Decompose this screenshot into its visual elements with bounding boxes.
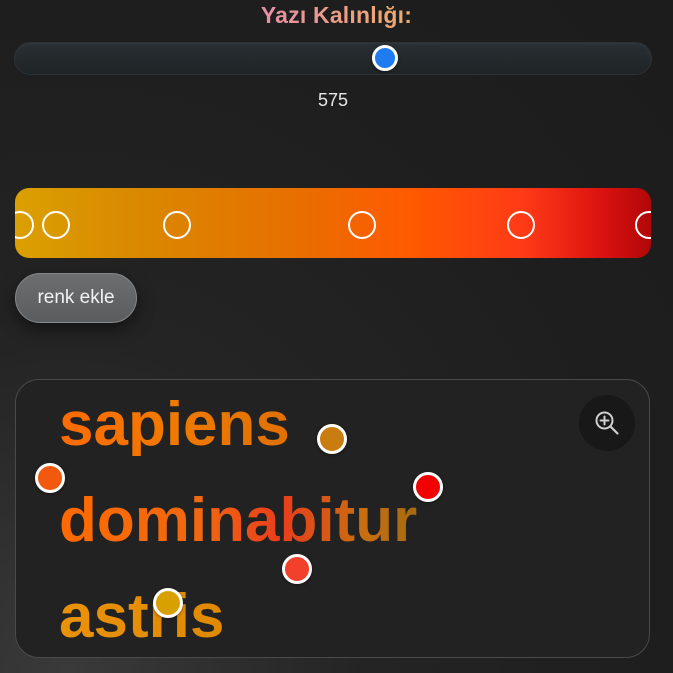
preview-word: sapiens [59,390,290,459]
gradient-handle-dot[interactable] [35,463,65,493]
gradient-stop-handle[interactable] [163,211,192,239]
gradient-stop-handle[interactable] [347,211,376,239]
add-color-button[interactable]: renk ekle [15,273,137,323]
gradient-stop-handle[interactable] [635,211,651,239]
font-weight-slider[interactable] [15,43,651,74]
font-weight-label: Yazı Kalınlığı: [0,2,673,29]
preview-word: astris [59,582,225,651]
zoom-in-icon [595,411,619,435]
gradient-handle-dot[interactable] [413,472,443,502]
zoom-in-button[interactable] [579,395,635,451]
gradient-handle-dot[interactable] [282,554,312,584]
text-preview-panel: sapiens dominabitur astris [15,379,650,658]
gradient-bar[interactable] [15,188,651,258]
gradient-handle-dot[interactable] [317,424,347,454]
gradient-stop-handle[interactable] [506,211,535,239]
preview-word: dominabitur [59,486,418,555]
gradient-stop-handle[interactable] [42,211,71,239]
slider-value: 575 [317,90,349,110]
gradient-stop-handle[interactable] [15,211,34,239]
gradient-handle-dot[interactable] [153,588,183,618]
